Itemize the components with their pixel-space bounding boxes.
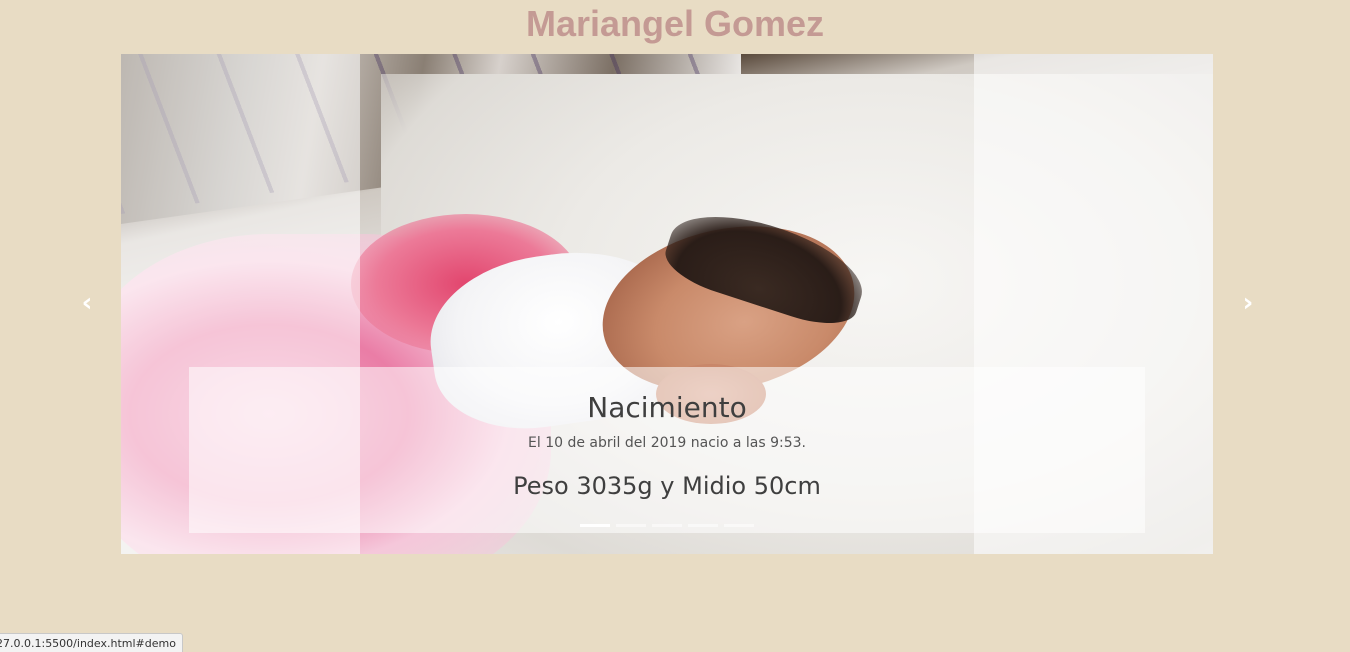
carousel-indicators xyxy=(121,524,1213,527)
status-url: 27.0.0.1:5500/index.html#demo xyxy=(0,637,176,650)
page: Mariangel Gomez Nacimiento El 10 de abri… xyxy=(0,0,1350,652)
indicator-2[interactable] xyxy=(616,524,646,527)
slide-caption: Nacimiento El 10 de abril del 2019 nacio… xyxy=(189,367,1145,533)
browser-status-bar: 27.0.0.1:5500/index.html#demo xyxy=(0,633,183,652)
photo-carousel[interactable]: Nacimiento El 10 de abril del 2019 nacio… xyxy=(121,54,1213,554)
caption-subheading: Peso 3035g y Midio 50cm xyxy=(513,472,821,500)
indicator-3[interactable] xyxy=(652,524,682,527)
caption-heading: Nacimiento xyxy=(587,391,747,424)
indicator-1[interactable] xyxy=(580,524,610,527)
indicator-5[interactable] xyxy=(724,524,754,527)
indicator-4[interactable] xyxy=(688,524,718,527)
chevron-right-icon[interactable]: › xyxy=(1233,288,1263,318)
chevron-left-icon[interactable]: ‹ xyxy=(72,288,102,318)
caption-description: El 10 de abril del 2019 nacio a las 9:53… xyxy=(528,435,806,451)
prev-glyph: ‹ xyxy=(81,288,93,318)
page-title: Mariangel Gomez xyxy=(525,3,825,44)
next-glyph: › xyxy=(1242,288,1254,318)
